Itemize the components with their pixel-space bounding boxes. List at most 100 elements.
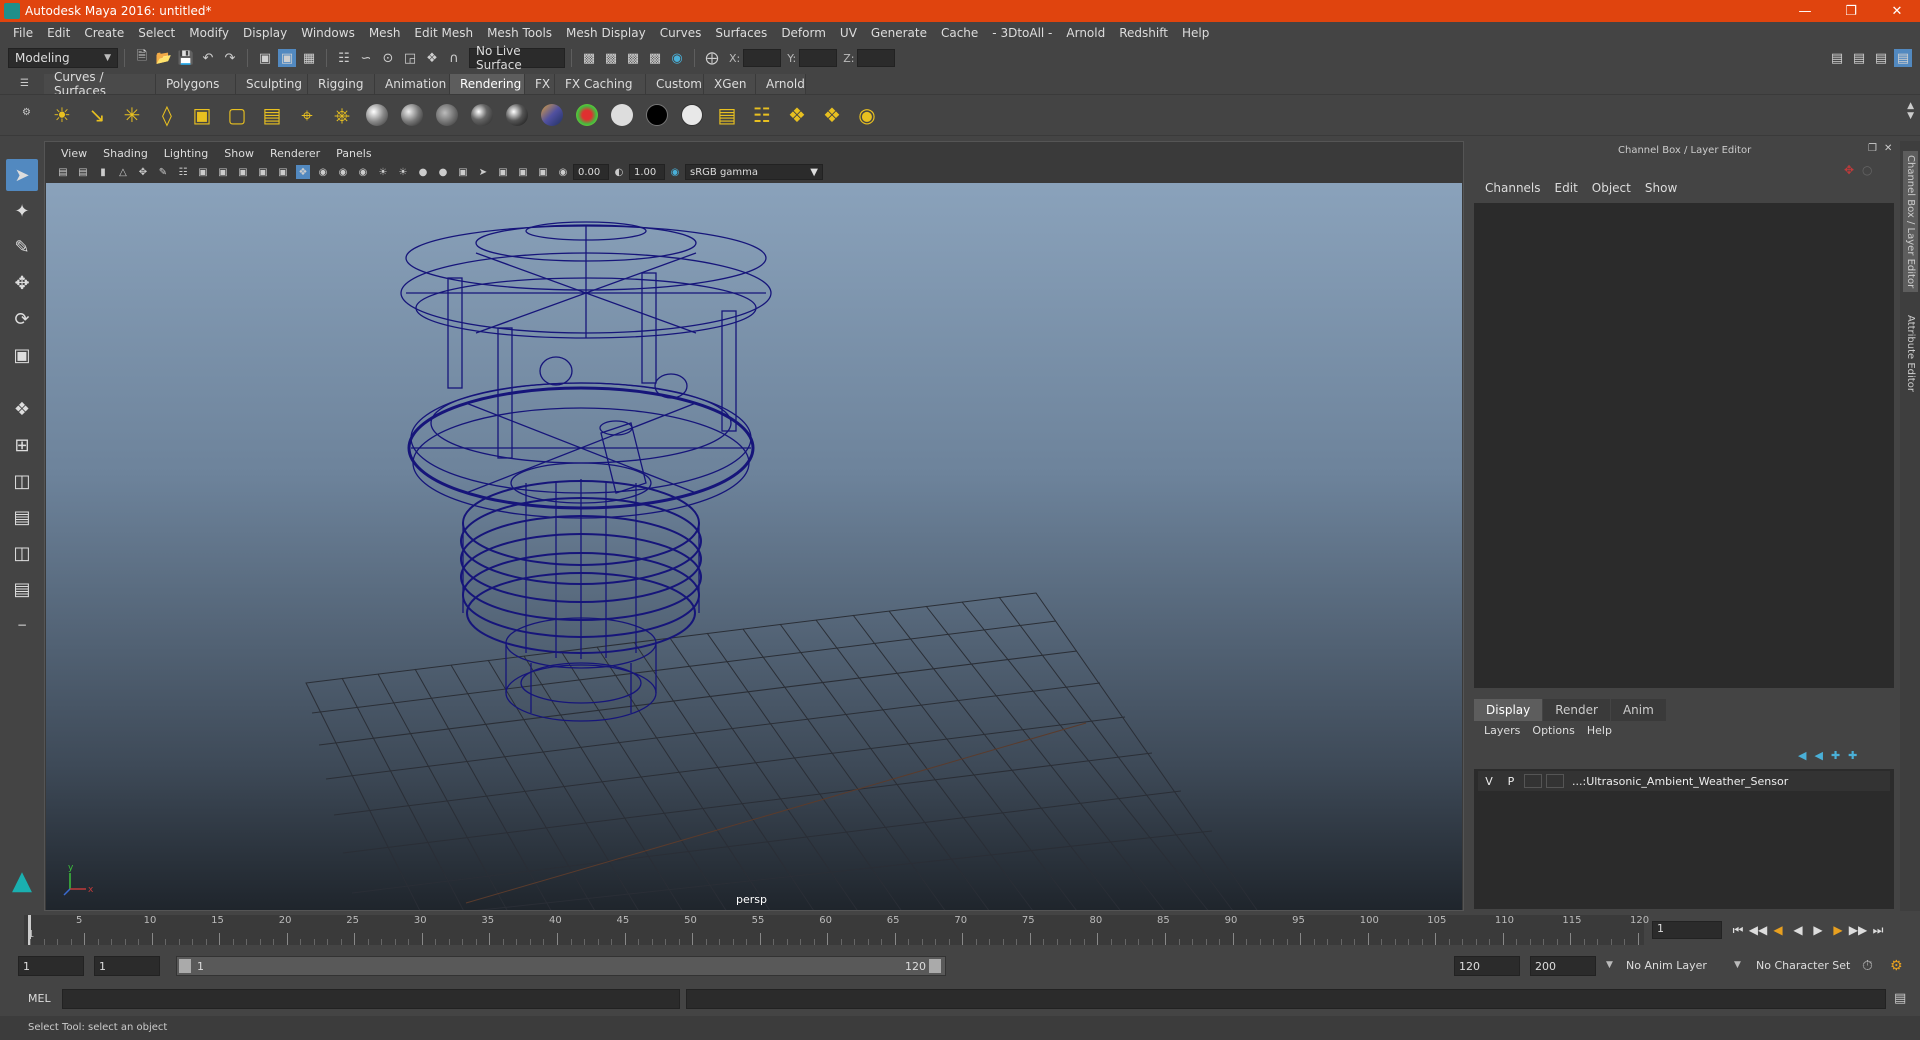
surface-shader-icon[interactable] xyxy=(641,99,673,131)
channel-box-side-tab[interactable]: Channel Box / Layer Editor xyxy=(1903,151,1918,293)
menu-surfaces[interactable]: Surfaces xyxy=(708,26,774,40)
chevron-down-icon[interactable]: ▼ xyxy=(1606,960,1613,970)
shelf-tab-sculpting[interactable]: Sculpting xyxy=(236,74,308,94)
menu-edit[interactable]: Edit xyxy=(40,26,77,40)
select-component-icon[interactable]: ▦ xyxy=(300,49,318,67)
anti-aliasing-icon[interactable]: ▣ xyxy=(456,165,470,179)
go-to-end-icon[interactable]: ⏭ xyxy=(1868,921,1888,939)
layer-display-type[interactable] xyxy=(1524,774,1542,788)
step-forward-key-icon[interactable]: ▶▶ xyxy=(1848,921,1868,939)
range-bar[interactable]: 1 120 xyxy=(176,956,946,976)
step-forward-frame-icon[interactable]: ▶ xyxy=(1828,921,1848,939)
viewport-menu-renderer[interactable]: Renderer xyxy=(262,147,328,160)
shelf-tab-xgen[interactable]: XGen xyxy=(704,74,756,94)
render-view-icon[interactable]: ◉ xyxy=(668,49,686,67)
xray-active-icon[interactable]: ▣ xyxy=(536,165,550,179)
viewport-menu-view[interactable]: View xyxy=(53,147,95,160)
field-chart-icon[interactable]: ▣ xyxy=(256,165,270,179)
step-back-key-icon[interactable]: ◀◀ xyxy=(1748,921,1768,939)
menuset-dropdown[interactable]: Modeling ▼ xyxy=(8,48,118,68)
attribute-editor-toggle-icon[interactable]: ▤ xyxy=(1850,49,1868,67)
x-field[interactable] xyxy=(743,49,782,67)
chevron-down-icon[interactable]: ▼ xyxy=(1734,960,1741,970)
channel-box-menu-edit[interactable]: Edit xyxy=(1548,181,1585,195)
gamma-field[interactable]: 1.00 xyxy=(629,164,665,180)
script-editor-icon[interactable]: ▤ xyxy=(1894,991,1906,1006)
menu-curves[interactable]: Curves xyxy=(653,26,709,40)
gamma-icon[interactable]: ◐ xyxy=(612,165,626,179)
exposure-icon[interactable]: ◉ xyxy=(556,165,570,179)
menu-mesh-tools[interactable]: Mesh Tools xyxy=(480,26,559,40)
camera-attributes-icon[interactable]: ▤ xyxy=(76,165,90,179)
hypershade-icon[interactable]: ▩ xyxy=(646,49,664,67)
layer-tab-anim[interactable]: Anim xyxy=(1610,699,1666,721)
exposure-field[interactable]: 0.00 xyxy=(573,164,609,180)
render-current-icon[interactable]: ▩ xyxy=(580,49,598,67)
range-start-handle[interactable] xyxy=(179,959,191,973)
menu-redshift[interactable]: Redshift xyxy=(1112,26,1175,40)
move-layer-down-icon[interactable]: ◀ xyxy=(1814,749,1822,762)
bookmark-icon[interactable]: ▮ xyxy=(96,165,110,179)
save-scene-icon[interactable]: 💾 xyxy=(177,49,195,67)
layer-menu-help[interactable]: Help xyxy=(1581,724,1618,737)
menu-uv[interactable]: UV xyxy=(833,26,864,40)
camera-aim-up-icon[interactable]: ⎈ xyxy=(326,99,358,131)
camera-icon[interactable]: ▤ xyxy=(256,99,288,131)
preferences-icon[interactable]: ⚙ xyxy=(1890,958,1903,974)
layer-menu-options[interactable]: Options xyxy=(1526,724,1580,737)
image-plane-icon[interactable]: △ xyxy=(116,165,130,179)
auto-key-icon[interactable]: ⏱ xyxy=(1862,958,1873,974)
ambient-occlusion-icon[interactable]: ● xyxy=(416,165,430,179)
current-frame-field[interactable]: 1 xyxy=(1652,921,1722,939)
wireframe-icon[interactable]: ❖ xyxy=(296,165,310,179)
paint-select-tool-icon[interactable]: ✎ xyxy=(6,231,38,263)
command-input[interactable] xyxy=(62,989,680,1009)
shelf-tab-rigging[interactable]: Rigging xyxy=(308,74,375,94)
shelf-tab-animation[interactable]: Animation xyxy=(375,74,450,94)
live-surface-field[interactable]: No Live Surface xyxy=(469,44,565,72)
script-language-label[interactable]: MEL xyxy=(28,992,51,1005)
maximize-button[interactable]: ❐ xyxy=(1828,0,1874,22)
color-space-dropdown[interactable]: sRGB gamma ▼ xyxy=(685,164,823,180)
blinn-shader-icon[interactable] xyxy=(396,99,428,131)
menu-create[interactable]: Create xyxy=(77,26,131,40)
select-object-icon[interactable]: ▣ xyxy=(278,49,296,67)
xray-icon[interactable]: ▣ xyxy=(496,165,510,179)
menu-mesh[interactable]: Mesh xyxy=(362,26,408,40)
shelf-tab-arnold[interactable]: Arnold xyxy=(756,74,806,94)
gate-mask-icon[interactable]: ▣ xyxy=(236,165,250,179)
menu-3dtoall[interactable]: - 3DtoAll - xyxy=(985,26,1059,40)
xray-joints-icon[interactable]: ▣ xyxy=(516,165,530,179)
render-settings-icon[interactable]: ▩ xyxy=(624,49,642,67)
new-layer-selected-icon[interactable]: ✚ xyxy=(1848,749,1857,762)
open-scene-icon[interactable]: 📂 xyxy=(155,49,173,67)
menu-deform[interactable]: Deform xyxy=(774,26,833,40)
animation-start-field[interactable]: 1 xyxy=(18,956,84,976)
isolate-select-icon[interactable]: ➤ xyxy=(476,165,490,179)
render-settings-shelf-icon[interactable]: ❖ xyxy=(816,99,848,131)
phonge-shader-icon[interactable] xyxy=(501,99,533,131)
more-layouts-icon[interactable]: − xyxy=(6,609,38,641)
channel-box-menu-channels[interactable]: Channels xyxy=(1478,181,1548,195)
animation-end-field[interactable]: 200 xyxy=(1530,956,1596,976)
layer-color-swatch[interactable] xyxy=(1546,774,1564,788)
magnet-icon[interactable]: ∩ xyxy=(445,49,463,67)
area-light-icon[interactable]: ▣ xyxy=(186,99,218,131)
motion-blur-icon[interactable]: ● xyxy=(436,165,450,179)
persp-graph-layout-icon[interactable]: ▤ xyxy=(6,501,38,533)
y-field[interactable] xyxy=(799,49,838,67)
layer-tab-display[interactable]: Display xyxy=(1474,699,1543,721)
z-field[interactable] xyxy=(857,49,896,67)
menu-file[interactable]: File xyxy=(6,26,40,40)
shelf-menu-icon[interactable]: ☰ xyxy=(20,78,30,89)
shelf-scroll-arrows-icon[interactable]: ▲ ▼ xyxy=(1907,101,1914,121)
hypershade-layout-icon[interactable]: ▤ xyxy=(6,573,38,605)
layer-playback-toggle[interactable]: P xyxy=(1500,775,1522,788)
playback-end-field[interactable]: 120 xyxy=(1454,956,1520,976)
play-backwards-icon[interactable]: ◀ xyxy=(1788,921,1808,939)
layer-tab-render[interactable]: Render xyxy=(1543,699,1610,721)
sidebar-toggle-icon[interactable]: ▤ xyxy=(1828,49,1846,67)
directional-light-icon[interactable]: ↘ xyxy=(81,99,113,131)
shelf-tab-polygons[interactable]: Polygons xyxy=(156,74,236,94)
2d-pan-zoom-icon[interactable]: ✥ xyxy=(136,165,150,179)
